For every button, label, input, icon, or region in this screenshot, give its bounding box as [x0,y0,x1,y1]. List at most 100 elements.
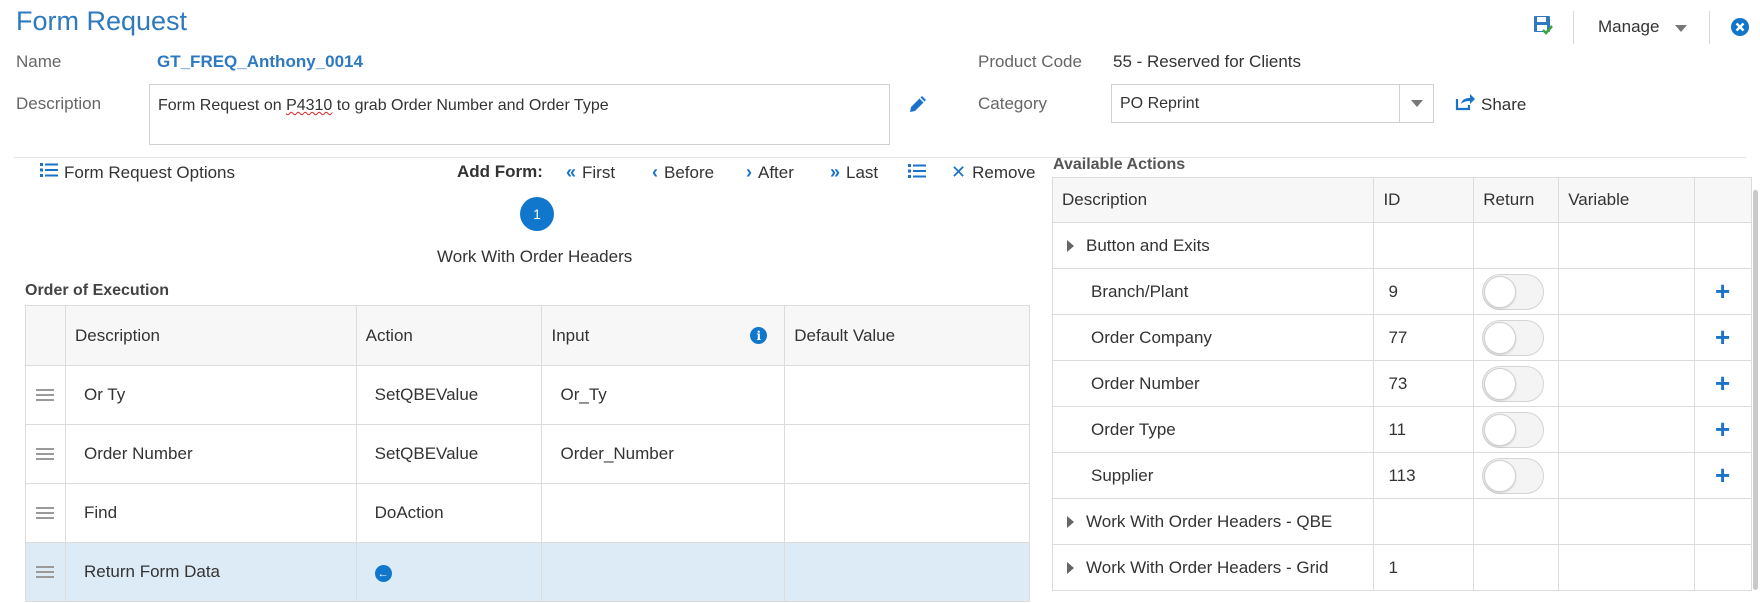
manage-label: Manage [1598,17,1660,36]
drag-handle-icon[interactable] [25,483,66,543]
table-row-selected[interactable]: Return Form Data ← [25,542,1030,602]
column-header-variable[interactable]: Variable [1558,177,1696,223]
variable-cell[interactable] [1558,360,1696,407]
return-toggle[interactable] [1482,365,1545,402]
column-header-id[interactable]: ID [1373,177,1475,223]
add-last-label: Last [846,162,879,182]
column-header-default-value[interactable]: Default Value [784,305,1030,366]
share-label: Share [1481,94,1527,114]
close-icon[interactable] [1730,17,1750,42]
row-description: Or Ty [64,365,357,425]
return-toggle[interactable] [1482,457,1545,494]
action-id: 77 [1373,314,1475,361]
available-actions-table: Description ID Return Variable Button an… [1051,177,1752,591]
manage-menu[interactable]: Manage [1598,17,1688,37]
scrollbar[interactable] [1753,190,1758,590]
remove-form-button[interactable]: ✕ Remove [951,162,1035,183]
row-default-value[interactable] [784,483,1030,543]
form-request-options-label: Form Request Options [64,162,236,182]
chevron-down-icon[interactable] [1399,85,1433,122]
action-description: Supplier [1051,452,1375,499]
plus-icon[interactable]: + [1715,322,1730,352]
column-header-description[interactable]: Description [64,305,357,366]
page-title: Form Request [16,6,188,36]
header-divider [14,157,1746,158]
row-action[interactable]: ← [355,542,543,602]
action-row[interactable]: Supplier 113 + [1051,452,1752,499]
action-description: Order Type [1051,406,1375,453]
add-first-button[interactable]: « First [566,162,615,183]
row-input[interactable] [541,483,786,543]
add-after-button[interactable]: › After [746,162,794,183]
empty-cell [1473,222,1560,269]
drag-handle-icon[interactable] [25,424,66,484]
variable-cell[interactable] [1558,406,1696,453]
plus-icon[interactable]: + [1715,368,1730,398]
row-action[interactable]: DoAction [355,483,543,543]
column-header-input[interactable]: Input i [541,305,786,366]
row-description: Order Number [64,424,357,484]
action-row[interactable]: Order Type 11 + [1051,406,1752,453]
action-description: Order Company [1051,314,1375,361]
group-description[interactable]: Work With Order Headers - QBE [1051,498,1375,545]
group-description[interactable]: Button and Exits [1051,222,1375,269]
category-select[interactable]: PO Reprint [1111,84,1434,123]
order-of-execution-table: Description Action Input i Default Value… [25,305,1030,602]
expand-triangle-icon[interactable] [1067,240,1074,253]
row-action[interactable]: SetQBEValue [355,365,543,425]
plus-icon[interactable]: + [1715,276,1730,306]
drag-handle-icon[interactable] [25,365,66,425]
name-label: Name [16,52,62,71]
column-header-add [1694,177,1752,223]
column-header-action[interactable]: Action [355,305,543,366]
name-value: GT_FREQ_Anthony_0014 [157,52,363,71]
column-header-return[interactable]: Return [1473,177,1560,223]
variable-cell[interactable] [1558,452,1696,499]
empty-cell [1473,498,1560,545]
info-icon[interactable]: i [750,327,768,344]
drag-handle-icon[interactable] [25,542,66,602]
expand-triangle-icon[interactable] [1067,516,1074,529]
action-row[interactable]: Order Company 77 + [1051,314,1752,361]
action-row[interactable]: Order Number 73 + [1051,360,1752,407]
add-last-button[interactable]: » Last [830,162,878,183]
row-default-value[interactable] [784,424,1030,484]
plus-icon[interactable]: + [1715,414,1730,444]
action-row[interactable]: Branch/Plant 9 + [1051,268,1752,315]
expand-triangle-icon[interactable] [1067,562,1074,575]
group-row[interactable]: Button and Exits [1051,222,1752,269]
row-default-value[interactable] [784,365,1030,425]
row-description: Return Form Data [64,542,357,602]
plus-icon[interactable]: + [1715,460,1730,490]
table-row[interactable]: Find DoAction [25,483,1030,543]
form-step-indicator[interactable]: 1 [520,197,554,231]
edit-pencil-icon[interactable] [906,92,930,121]
list-icon [40,162,58,183]
table-row[interactable]: Order Number SetQBEValue Order_Number [25,424,1030,484]
return-cell [1473,314,1560,361]
row-input[interactable] [541,542,786,602]
variable-cell[interactable] [1558,268,1696,315]
row-action[interactable]: SetQBEValue [355,424,543,484]
group-description[interactable]: Work With Order Headers - Grid [1051,544,1375,591]
share-button[interactable]: Share [1455,93,1526,116]
return-toggle[interactable] [1482,273,1545,310]
group-row[interactable]: Work With Order Headers - Grid 1 [1051,544,1752,591]
save-icon[interactable] [1532,14,1554,41]
group-row[interactable]: Work With Order Headers - QBE [1051,498,1752,545]
row-input[interactable]: Or_Ty [541,365,786,425]
description-field[interactable]: Form Request on P4310 to grab Order Numb… [149,84,890,145]
table-row[interactable]: Or Ty SetQBEValue Or_Ty [25,365,1030,425]
add-before-button[interactable]: ‹ Before [652,162,714,183]
variable-cell[interactable] [1558,314,1696,361]
form-list-icon[interactable] [908,163,926,184]
row-default-value[interactable] [784,542,1030,602]
return-arrow-icon[interactable]: ← [374,565,392,583]
column-header-description[interactable]: Description [1051,177,1375,223]
form-request-options-button[interactable]: Form Request Options [40,162,235,183]
empty-cell [1694,544,1752,591]
return-toggle[interactable] [1482,319,1545,356]
return-toggle[interactable] [1482,411,1545,448]
row-input[interactable]: Order_Number [541,424,786,484]
empty-cell [1558,498,1696,545]
